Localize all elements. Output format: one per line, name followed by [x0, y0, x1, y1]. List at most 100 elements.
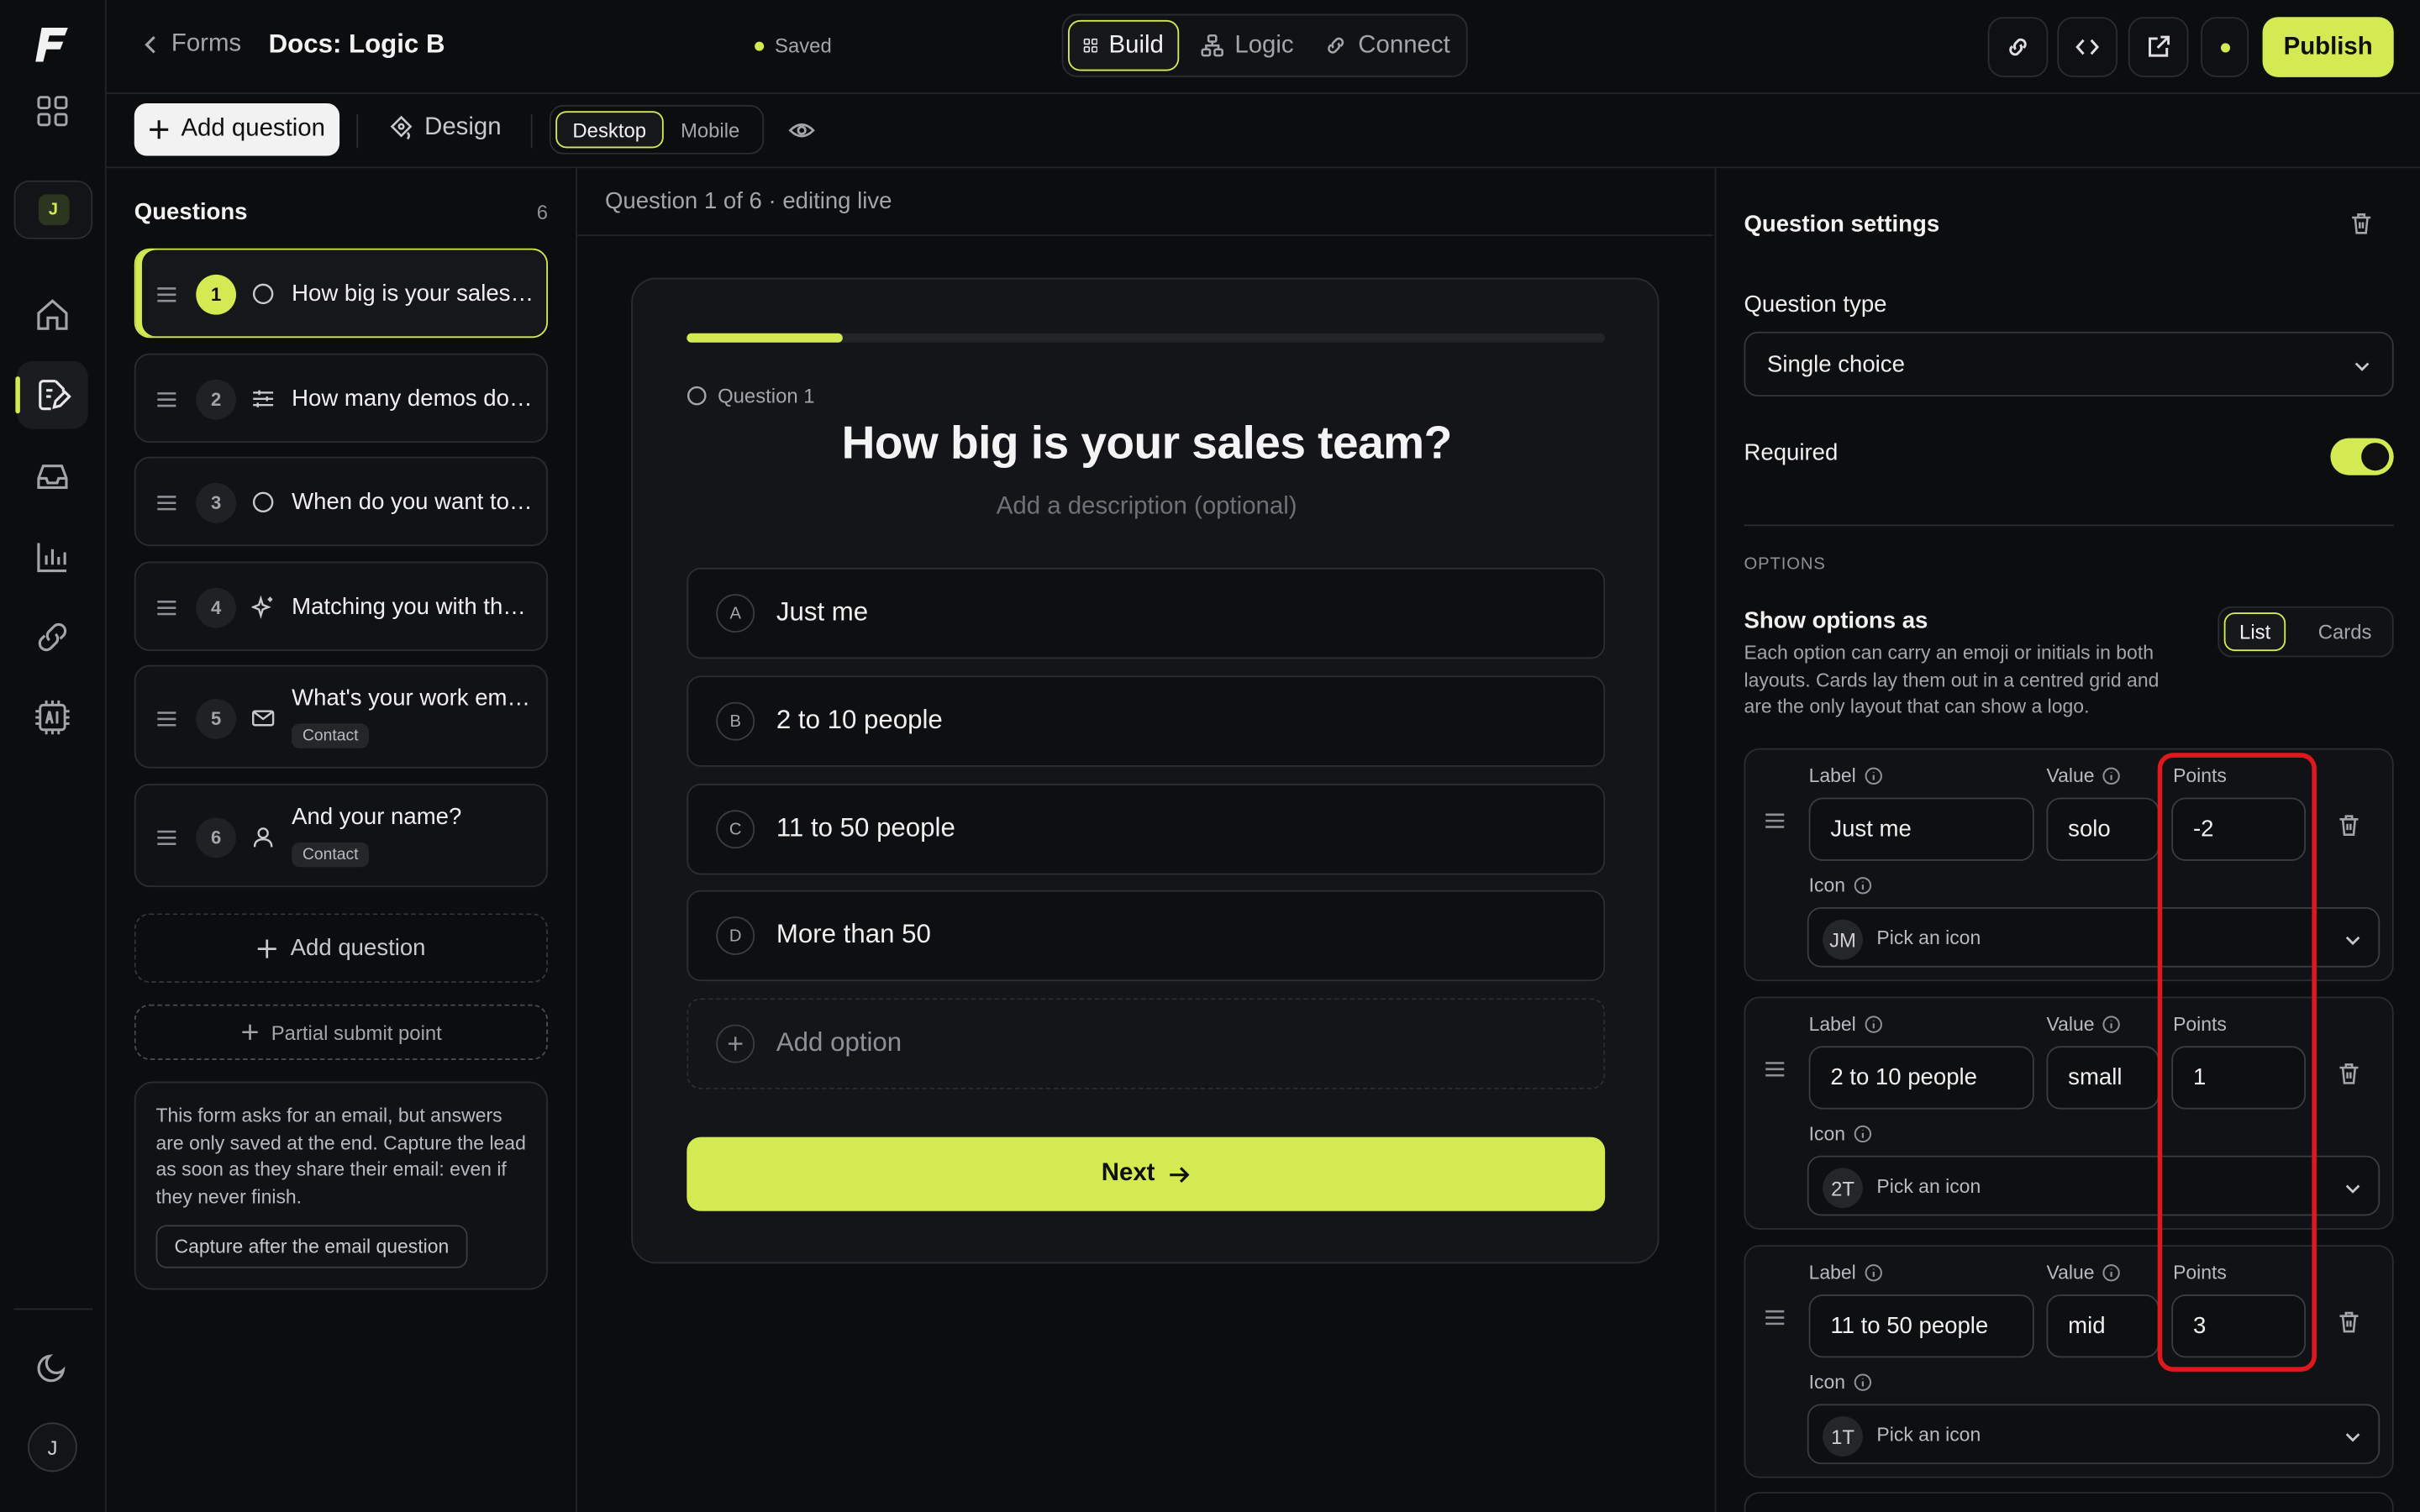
- plus-icon: [258, 938, 277, 958]
- integrations-icon[interactable]: [17, 603, 87, 671]
- device-mobile-button[interactable]: Mobile: [666, 111, 755, 148]
- question-list-item[interactable]: 3 When do you want to start?: [134, 456, 549, 547]
- label-field-heading: Label: [1809, 765, 1882, 787]
- tab-build[interactable]: Build: [1067, 19, 1180, 71]
- add-option-label: Add option: [776, 1027, 902, 1058]
- add-option-button[interactable]: Add option: [687, 998, 1606, 1089]
- options-layout-switcher: List Cards: [2217, 606, 2394, 658]
- toolbar-divider: [530, 113, 533, 149]
- points-heading-text: Points: [2173, 1013, 2227, 1036]
- option-value-input[interactable]: mid: [2046, 1294, 2160, 1358]
- questions-panel-title: Questions: [134, 198, 248, 226]
- drag-handle-icon[interactable]: [156, 711, 178, 726]
- question-number-badge: 4: [196, 587, 237, 628]
- question-list-item[interactable]: 6 And your name? Contact: [134, 784, 549, 888]
- capture-after-email-button[interactable]: Capture after the email question: [155, 1225, 468, 1268]
- drag-handle-icon[interactable]: [156, 600, 178, 616]
- layout-cards-button[interactable]: Cards: [2304, 612, 2386, 651]
- publish-button[interactable]: Publish: [2262, 17, 2394, 77]
- points-heading-text: Points: [2173, 765, 2227, 787]
- workspace-switcher[interactable]: J: [13, 180, 93, 239]
- question-title[interactable]: How big is your sales team?: [633, 418, 1660, 470]
- inbox-icon[interactable]: [17, 443, 87, 511]
- option-value-input[interactable]: solo: [2046, 797, 2160, 861]
- design-button[interactable]: Design: [389, 114, 502, 142]
- grid-icon: [1083, 38, 1098, 53]
- required-label: Required: [1744, 439, 1839, 466]
- doc-title[interactable]: Docs: Logic B: [269, 29, 445, 60]
- info-icon: [2102, 767, 2120, 785]
- drag-handle-icon[interactable]: [156, 496, 178, 511]
- required-toggle[interactable]: [2330, 438, 2394, 475]
- delete-option-trash-icon[interactable]: [2337, 1310, 2361, 1334]
- theme-toggle-moon-icon[interactable]: [17, 1333, 87, 1401]
- question-description-input[interactable]: Add a description (optional): [633, 494, 1660, 522]
- lead-capture-note: This form asks for an email, but answers…: [134, 1081, 549, 1290]
- tab-connect[interactable]: Connect: [1310, 20, 1464, 71]
- option-value-input[interactable]: small: [2046, 1046, 2160, 1110]
- share-link-icon[interactable]: [1987, 17, 2049, 77]
- drag-handle-icon[interactable]: [156, 829, 178, 845]
- delete-option-trash-icon[interactable]: [2337, 813, 2361, 837]
- option-label[interactable]: 2 to 10 people: [776, 705, 943, 736]
- analytics-icon[interactable]: [17, 523, 87, 591]
- icon-picker-select[interactable]: 1T Pick an icon: [1807, 1404, 2381, 1465]
- answer-option[interactable]: A Just me: [687, 567, 1606, 659]
- option-points-input[interactable]: -2: [2171, 797, 2307, 861]
- delete-option-trash-icon[interactable]: [2337, 1062, 2361, 1086]
- answer-option[interactable]: C 11 to 50 people: [687, 784, 1606, 875]
- icon-heading-text: Icon: [1808, 1123, 1846, 1145]
- drag-handle-icon[interactable]: [1764, 813, 1786, 828]
- question-list-item[interactable]: 1 How big is your sales team?: [134, 248, 549, 339]
- ai-icon[interactable]: [17, 684, 87, 752]
- drag-handle-icon[interactable]: [1764, 1062, 1786, 1077]
- layout-list-button[interactable]: List: [2223, 612, 2286, 652]
- option-points-input[interactable]: 1: [2171, 1046, 2307, 1110]
- logo-icon[interactable]: [34, 24, 71, 65]
- next-button[interactable]: Next: [687, 1137, 1606, 1211]
- option-label-input[interactable]: Just me: [1808, 797, 2034, 861]
- icon-picker-select[interactable]: 2T Pick an icon: [1807, 1155, 2381, 1216]
- question-list-item[interactable]: 2 How many demos do you run?: [134, 353, 549, 444]
- show-options-help-text: Each option can carry an emoji or initia…: [1744, 642, 2160, 718]
- delete-question-trash-icon[interactable]: [2349, 212, 2373, 236]
- open-external-icon[interactable]: [2128, 17, 2189, 77]
- embed-code-icon[interactable]: [2057, 17, 2118, 77]
- tab-logic[interactable]: Logic: [1186, 20, 1307, 71]
- palette-icon: [390, 115, 413, 140]
- question-list-item[interactable]: 5 What's your work email? Contact: [134, 664, 549, 769]
- drag-handle-icon[interactable]: [156, 287, 178, 302]
- user-avatar[interactable]: J: [28, 1422, 77, 1473]
- answer-option[interactable]: D More than 50: [687, 890, 1606, 982]
- add-question-inline-button[interactable]: Add question: [134, 913, 549, 983]
- preview-eye-icon[interactable]: [788, 118, 815, 144]
- label-heading-text: Label: [1808, 765, 1856, 787]
- partial-submit-button[interactable]: Partial submit point: [134, 1004, 549, 1060]
- option-label[interactable]: 11 to 50 people: [776, 813, 955, 844]
- drag-handle-icon[interactable]: [156, 392, 178, 407]
- apps-grid-icon[interactable]: [17, 77, 87, 145]
- option-label-input[interactable]: 11 to 50 people: [1808, 1294, 2034, 1358]
- back-to-forms-link[interactable]: Forms: [140, 31, 241, 59]
- preview-status-text: Question 1 of 6 · editing live: [604, 188, 892, 215]
- icon-picker-placeholder: Pick an icon: [1876, 1424, 1981, 1446]
- option-label[interactable]: More than 50: [776, 920, 931, 951]
- drag-handle-icon[interactable]: [1764, 1310, 1786, 1326]
- back-label: Forms: [171, 30, 242, 57]
- forms-icon[interactable]: [15, 360, 88, 429]
- question-type-select[interactable]: Single choice: [1744, 331, 2394, 397]
- option-label-input[interactable]: 2 to 10 people: [1808, 1046, 2034, 1110]
- icon-picker-select[interactable]: JM Pick an icon: [1807, 906, 2381, 968]
- device-desktop-button[interactable]: Desktop: [555, 111, 664, 149]
- question-list-item[interactable]: 4 Matching you with the right plan: [134, 561, 549, 652]
- option-label[interactable]: Just me: [776, 597, 868, 628]
- home-icon[interactable]: [17, 281, 87, 349]
- option-points-input[interactable]: 3: [2171, 1294, 2307, 1358]
- options-section-heading: OPTIONS: [1744, 555, 1826, 575]
- add-question-button[interactable]: Add question: [134, 103, 340, 156]
- icon-field-heading: Icon: [1809, 1372, 1872, 1394]
- radio-icon: [687, 386, 707, 406]
- answer-option[interactable]: B 2 to 10 people: [687, 675, 1606, 767]
- option-key-badge: B: [716, 701, 755, 741]
- status-dot-icon[interactable]: [2201, 17, 2249, 77]
